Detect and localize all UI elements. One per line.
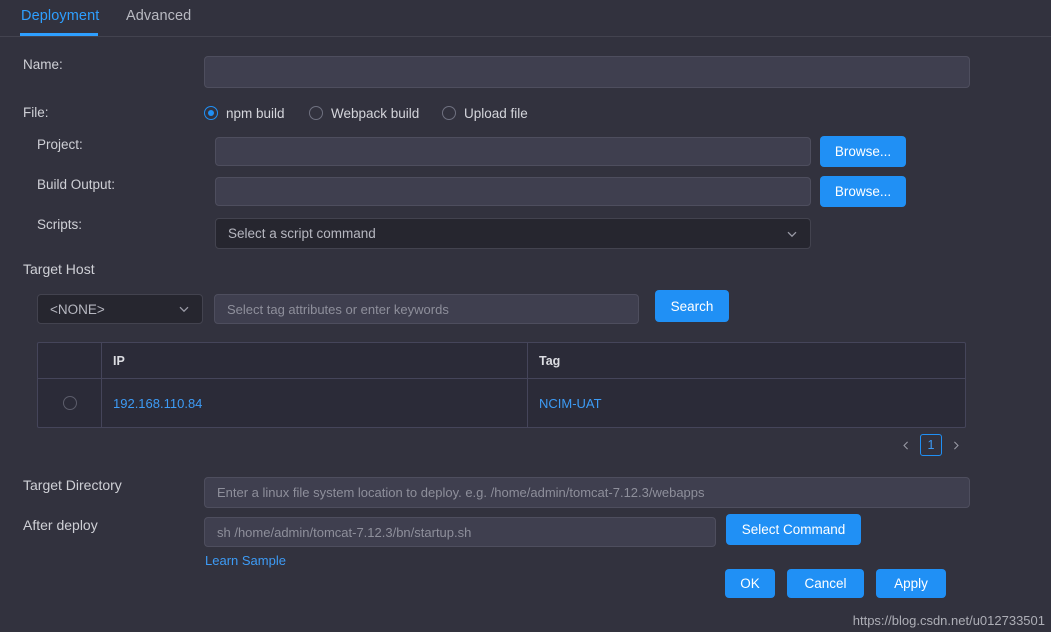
watermark-text: https://blog.csdn.net/u012733501 bbox=[852, 613, 1045, 628]
pagination-page-1[interactable]: 1 bbox=[920, 434, 942, 456]
radio-npm-build-label: npm build bbox=[226, 105, 285, 121]
project-browse-button[interactable]: Browse... bbox=[820, 136, 906, 167]
select-command-button[interactable]: Select Command bbox=[726, 514, 861, 545]
radio-webpack-build-label: Webpack build bbox=[331, 105, 420, 121]
radio-upload-file-label: Upload file bbox=[464, 105, 528, 121]
name-input[interactable] bbox=[204, 56, 970, 88]
scripts-label: Scripts: bbox=[37, 217, 83, 232]
tab-advanced[interactable]: Advanced bbox=[126, 8, 191, 24]
radio-upload-file[interactable]: Upload file bbox=[442, 104, 528, 122]
learn-sample-link[interactable]: Learn Sample bbox=[205, 553, 286, 568]
radio-npm-build-dot bbox=[204, 106, 218, 120]
project-input[interactable] bbox=[215, 137, 811, 166]
table-row-select-cell[interactable] bbox=[38, 379, 102, 427]
hosts-table: IP Tag 192.168.110.84 NCIM-UAT bbox=[37, 342, 966, 428]
file-label: File: bbox=[23, 105, 49, 120]
scripts-select[interactable]: Select a script command bbox=[215, 218, 811, 249]
target-directory-label: Target Directory bbox=[23, 477, 122, 493]
table-header-select bbox=[38, 343, 102, 378]
target-directory-input[interactable] bbox=[204, 477, 970, 508]
radio-npm-build[interactable]: npm build bbox=[204, 104, 285, 122]
tab-bar: Deployment Advanced bbox=[0, 0, 1051, 37]
project-label: Project: bbox=[37, 137, 83, 152]
build-output-input[interactable] bbox=[215, 177, 811, 206]
host-select[interactable]: <NONE> bbox=[37, 294, 203, 324]
radio-webpack-build[interactable]: Webpack build bbox=[309, 104, 419, 122]
table-header-ip: IP bbox=[102, 343, 528, 378]
tag-search-input[interactable] bbox=[214, 294, 639, 324]
chevron-down-icon bbox=[786, 228, 798, 240]
table-header-tag: Tag bbox=[539, 353, 561, 368]
build-output-label: Build Output: bbox=[37, 177, 116, 192]
table-header-row: IP Tag bbox=[38, 343, 965, 379]
pagination: 1 bbox=[896, 433, 966, 457]
scripts-select-value: Select a script command bbox=[228, 226, 376, 241]
build-output-browse-button[interactable]: Browse... bbox=[820, 176, 906, 207]
radio-upload-file-dot bbox=[442, 106, 456, 120]
name-label: Name: bbox=[23, 57, 63, 72]
search-button[interactable]: Search bbox=[655, 290, 729, 322]
chevron-left-icon[interactable] bbox=[896, 433, 916, 457]
tab-deployment[interactable]: Deployment bbox=[21, 8, 99, 24]
table-row-radio[interactable] bbox=[62, 396, 77, 410]
host-select-value: <NONE> bbox=[50, 301, 105, 317]
cancel-button[interactable]: Cancel bbox=[787, 569, 864, 598]
table-row[interactable]: 192.168.110.84 NCIM-UAT bbox=[38, 379, 965, 427]
active-tab-indicator bbox=[20, 33, 98, 36]
apply-button[interactable]: Apply bbox=[876, 569, 946, 598]
ok-button[interactable]: OK bbox=[725, 569, 775, 598]
radio-webpack-build-dot bbox=[309, 106, 323, 120]
after-deploy-label: After deploy bbox=[23, 517, 98, 533]
chevron-right-icon[interactable] bbox=[946, 433, 966, 457]
after-deploy-input[interactable] bbox=[204, 517, 716, 547]
chevron-down-icon bbox=[178, 303, 190, 315]
table-row-ip[interactable]: 192.168.110.84 bbox=[102, 379, 528, 427]
target-host-section-label: Target Host bbox=[23, 261, 95, 277]
table-row-tag[interactable]: NCIM-UAT bbox=[528, 379, 965, 427]
